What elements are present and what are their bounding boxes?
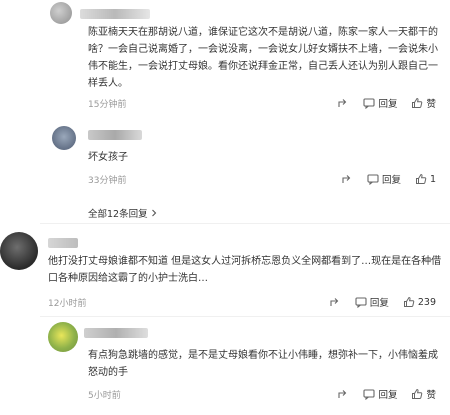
share-button[interactable] [341,173,353,185]
share-button[interactable] [337,97,349,109]
divider [40,223,450,224]
like-button[interactable]: 239 [403,296,436,308]
username-blurred[interactable] [88,130,142,140]
thumbs-up-icon [403,296,415,307]
comment-time: 5小时前 [88,391,121,401]
username-blurred[interactable] [80,9,150,19]
share-icon [342,175,351,183]
username-blurred[interactable] [48,238,78,248]
comment-text: 陈亚楠天天在那胡说八道，谁保证它这次不是胡说八道，陈家一家人一天都干的啥？一会自… [88,27,438,89]
comment-icon [363,98,376,109]
like-count: 239 [417,296,436,308]
reply-label: 回复 [378,390,398,401]
avatar[interactable] [50,2,72,24]
share-icon [330,298,339,306]
reply-button[interactable]: 回复 [363,387,397,401]
comment-text: 他打没打丈母娘谁都不知道 但是这女人过河拆桥忘恩负义全网都看到了…现在是在各种借… [48,256,442,284]
thumbs-up-icon [415,173,427,184]
comment-icon [355,297,367,308]
comment-icon [367,174,379,185]
divider [40,316,450,317]
comment-time: 12小时前 [48,299,87,309]
comment-time: 15分钟前 [88,100,127,110]
like-button[interactable]: 1 [415,173,436,185]
like-label: 赞 [426,390,436,401]
all-replies-link[interactable]: 全部12条回复 [88,206,158,220]
thumbs-up-icon [412,388,423,399]
like-count: 1 [429,173,436,185]
reply-label: 回复 [378,99,398,110]
comment-time: 33分钟前 [88,176,127,186]
chevron-right-icon [151,209,156,217]
comment-actions: 回复 239 [315,295,436,309]
avatar[interactable] [52,126,76,150]
comment-text: 有点狗急跳墙的感觉，是不是丈母娘看你不让小伟睡，想弥补一下，小伟恼羞成怒动的手 [88,350,438,378]
share-button[interactable] [337,388,349,400]
comment-text: 坏女孩子 [88,152,128,163]
like-button[interactable]: 赞 [411,96,436,110]
comment-actions: 回复 赞 [323,387,436,401]
comment-actions: 回复 赞 [323,96,436,110]
reply-button[interactable]: 回复 [367,172,401,186]
reply-button[interactable]: 回复 [355,295,389,309]
like-label: 赞 [426,99,436,110]
reply-button[interactable]: 回复 [363,96,397,110]
avatar[interactable] [48,322,78,352]
reply-label: 回复 [381,175,401,186]
like-button[interactable]: 赞 [411,387,436,401]
thumbs-up-icon [412,97,423,108]
comment-icon [363,389,376,400]
share-icon [338,99,347,107]
all-replies-label: 全部12条回复 [88,209,148,220]
reply-label: 回复 [369,298,389,309]
share-icon [338,390,347,398]
share-button[interactable] [329,296,341,308]
username-blurred[interactable] [84,328,148,338]
avatar[interactable] [0,232,38,270]
comment-actions: 回复 1 [327,172,436,186]
